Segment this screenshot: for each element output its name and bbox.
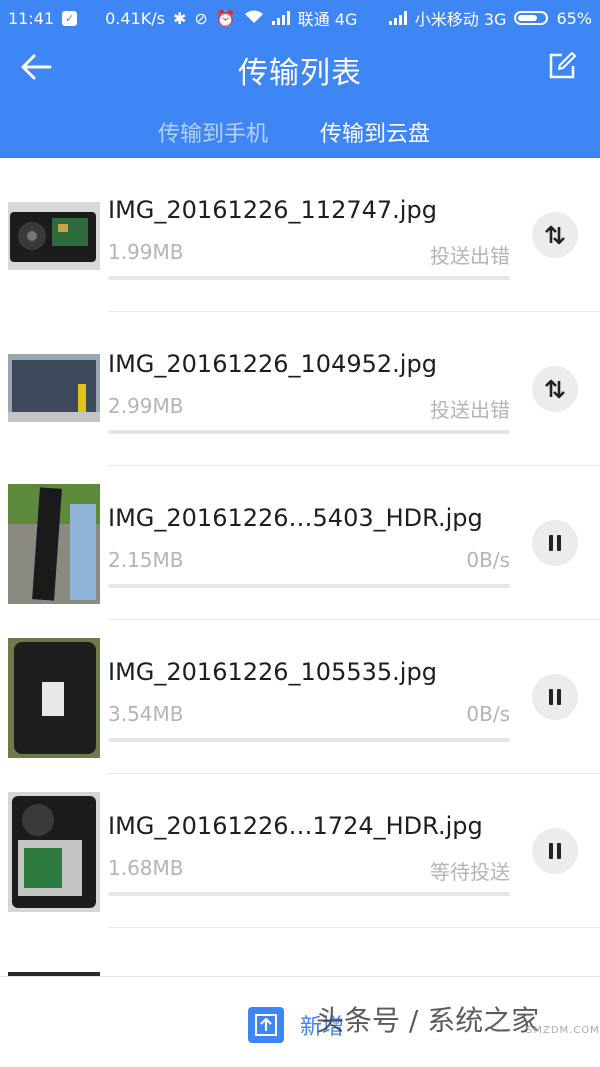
file-name: IMG_20161226_112747.jpg [108,196,437,224]
security-shield-icon: ✓ [62,10,78,26]
transfer-tabs: 传输到手机 传输到云盘 [0,110,600,154]
list-item[interactable]: IMG_20161226…1724_HDR.jpg 1.68MB 等待投送 [0,774,600,928]
status-battery: 65% [556,8,592,28]
signal-icon-2 [388,11,407,25]
alarm-off-icon: ⊘ [194,8,208,28]
list-item[interactable]: IMG_20161226_112747.jpg 1.99MB 投送出错 [0,158,600,312]
watermark-text: 头条号 / 系统之家 [316,1004,540,1037]
status-bar: 11:41 ✓ 0.41K/s ✱ ⊘ ⏰ 联通 4G 小米移动 3G 65% [0,0,600,32]
edit-button[interactable] [546,50,578,82]
tab-to-cloud[interactable]: 传输到云盘 [320,116,430,148]
file-size: 1.68MB [108,856,184,880]
thumbnail-image [8,354,100,422]
status-carrier1: 联通 4G [297,10,358,29]
status-net-speed: 0.41K/s [105,8,165,28]
progress-bar [108,430,510,434]
retry-icon [545,379,565,399]
bluetooth-icon: ✱ [172,8,187,28]
file-name: IMG_20161226_104952.jpg [108,350,437,378]
wifi-icon [244,9,264,28]
file-size: 3.54MB [108,702,184,726]
list-item[interactable]: IMG_20161226…5403_HDR.jpg 2.15MB 0B/s [0,466,600,620]
list-item[interactable]: IMG_20161226_104952.jpg 2.99MB 投送出错 [0,312,600,466]
retry-button[interactable] [532,366,578,412]
transfer-status: 投送出错 [430,398,510,422]
transfer-status: 0B/s [466,548,510,572]
page-title: 传输列表 [238,56,362,91]
file-name: IMG_20161226…5403_HDR.jpg [108,504,483,532]
edit-icon [549,52,576,79]
status-time: 11:41 [8,8,55,28]
alarm-clock-icon: ⏰ [215,8,236,28]
retry-icon [545,225,565,245]
transfer-status: 等待投送 [430,860,510,884]
bottom-bar: 新增 头条号 / 系统之家 SMZDM.COM [0,976,600,1067]
progress-bar [108,892,510,896]
thumbnail-image [8,484,100,604]
retry-button[interactable] [532,212,578,258]
progress-bar [108,584,510,588]
transfer-status: 投送出错 [430,244,510,268]
transfer-list: IMG_20161226_112747.jpg 1.99MB 投送出错 IMG_… [0,158,600,976]
watermark-domain: SMZDM.COM [526,1025,600,1036]
thumbnail-image [8,638,100,758]
list-item[interactable]: IMG_20161226_105535.jpg 3.54MB 0B/s [0,620,600,774]
tab-to-phone[interactable]: 传输到手机 [158,116,268,148]
file-name: IMG_20161226…1724_HDR.jpg [108,812,483,840]
pause-icon [549,843,561,859]
battery-icon [514,11,549,25]
pause-button[interactable] [532,828,578,874]
file-size: 2.99MB [108,394,184,418]
thumbnail-image [8,202,100,270]
progress-bar [108,276,510,280]
file-size: 2.15MB [108,548,184,572]
list-item[interactable] [0,928,600,976]
thumbnail-image [8,792,100,912]
file-name: IMG_20161226_105535.jpg [108,658,437,686]
app-header: 11:41 ✓ 0.41K/s ✱ ⊘ ⏰ 联通 4G 小米移动 3G 65% … [0,0,600,158]
pause-button[interactable] [532,520,578,566]
status-carrier2: 小米移动 3G [414,10,507,29]
pause-icon [549,689,561,705]
pause-icon [549,535,561,551]
file-size: 1.99MB [108,240,184,264]
progress-bar [108,738,510,742]
upload-icon [248,1007,284,1043]
transfer-status: 0B/s [466,702,510,726]
pause-button[interactable] [532,674,578,720]
signal-icon-1 [271,11,290,25]
